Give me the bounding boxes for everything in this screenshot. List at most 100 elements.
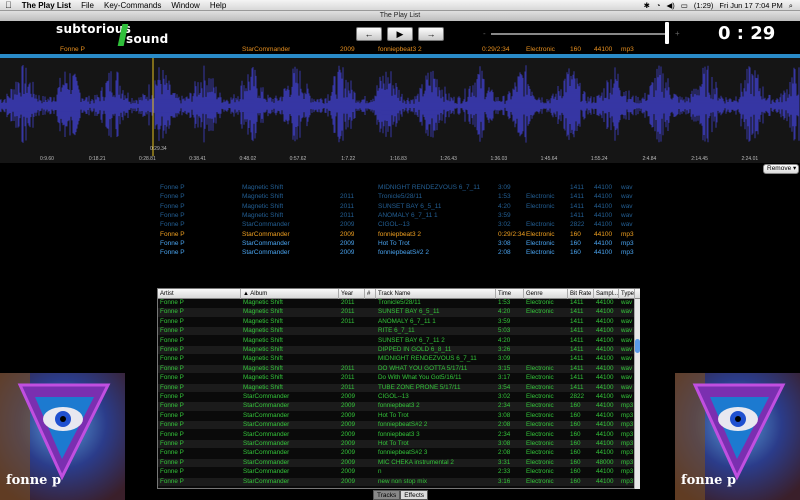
queue-row[interactable]: Fonne P Magnetic Shift 2011 Tronicle5/28/11… — [0, 192, 800, 201]
volume-icon[interactable]: ◀) — [663, 1, 677, 10]
column-header[interactable]: Genre — [524, 289, 568, 299]
table-scrollbar-thumb[interactable] — [635, 339, 640, 353]
table-row[interactable]: Fonne P Magnetic Shift DIPPED IN GOLD 6_8_… — [158, 346, 634, 355]
menu-bar:  The Play List File Key-Commands Window… — [0, 0, 800, 11]
table-cell: Electronic — [526, 299, 554, 306]
table-row[interactable]: Fonne P Magnetic Shift 2011 DO WHAT YOU GOT… — [158, 364, 634, 374]
table-row[interactable]: Fonne P StarCommander 2009 fonniepbeatS#2 2… — [158, 421, 634, 430]
table-cell: 1:53 — [498, 299, 511, 306]
queue-row[interactable]: Fonne P Magnetic Shift MIDNIGHT RENDEZVOUS… — [0, 183, 800, 192]
table-body[interactable]: Fonne P Magnetic Shift 2011 Tronicle5/28/11… — [158, 299, 634, 489]
app-menu[interactable]: The Play List — [17, 1, 76, 10]
table-row[interactable]: Fonne P Magnetic Shift SUNSET BAY 6_7_11 2… — [158, 337, 634, 345]
menu-file[interactable]: File — [76, 1, 99, 10]
battery-time[interactable]: (1:29) — [691, 1, 717, 10]
battery-icon[interactable]: ▭ — [678, 1, 691, 10]
table-row[interactable]: Fonne P StarCommander 2009 n 2:33 Electronic 1… — [158, 468, 634, 476]
queue-cell-track: SUNSET BAY 6_5_11 — [378, 202, 442, 210]
bluetooth-icon[interactable]: ✱ — [641, 1, 653, 10]
queue-row[interactable]: Fonne P StarCommander 2009 CIGOL--13 3:02 Ele… — [0, 220, 800, 229]
table-row[interactable]: Fonne P StarCommander 2009 CIGOL--13 3:02 Ele… — [158, 393, 634, 401]
column-header[interactable]: Time — [496, 289, 524, 299]
table-cell: Electronic — [526, 477, 554, 485]
table-cell: 3:31 — [498, 458, 511, 466]
volume-slider-knob[interactable] — [665, 22, 669, 44]
logo-text-bottom: sound — [126, 32, 169, 46]
table-row[interactable]: Fonne P Magnetic Shift 2011 SUNSET BAY 6_5_… — [158, 308, 634, 317]
waveform-graphic[interactable] — [0, 58, 800, 163]
table-cell: 44100 — [596, 299, 614, 306]
previous-track-button[interactable]: ← — [356, 27, 382, 41]
table-cell: StarCommander — [243, 458, 290, 466]
tab-effects[interactable]: Effects — [400, 490, 429, 500]
queue-row[interactable]: Fonne P StarCommander 2009 fonniepbeat3 2 0:… — [0, 230, 800, 239]
table-cell: Electronic — [526, 374, 554, 382]
next-track-button[interactable]: → — [418, 27, 444, 41]
queue-cell-time: 3:08 — [498, 239, 511, 247]
play-icon: ▶ — [396, 29, 404, 39]
table-cell: SUNSET BAY 6_5_11 — [378, 308, 440, 316]
queue-cell-genre: Electronic — [526, 230, 555, 238]
queue-cell-type: mp3 — [621, 249, 634, 257]
column-header[interactable]: Bit Rate — [568, 289, 594, 299]
table-cell: 2:34 — [498, 402, 511, 410]
table-scrollbar[interactable] — [634, 299, 640, 489]
player-header: subtorious sound ← ▶ → - + 0 : 29 — [0, 21, 800, 46]
table-row[interactable]: Fonne P StarCommander 2009 fonniepbeatS#2 3… — [158, 449, 634, 457]
column-header[interactable]: ▲ Album — [241, 289, 339, 299]
menu-window[interactable]: Window — [166, 1, 204, 10]
table-cell: mp3 — [621, 468, 634, 476]
column-header[interactable]: Sampl... — [594, 289, 619, 299]
queue-cell-track: fonniepbeat3 2 — [378, 230, 422, 238]
table-row[interactable]: Fonne P StarCommander 2009 fonniepbeat3 3 2:… — [158, 431, 634, 439]
table-cell: Electronic — [526, 440, 554, 447]
table-cell: wav — [621, 308, 633, 316]
queue-row[interactable]: Fonne P Magnetic Shift 2011 ANOMALY 6_7_11 … — [0, 211, 800, 220]
table-cell: Tronicle5/28/11 — [378, 299, 421, 306]
menu-help[interactable]: Help — [205, 1, 231, 10]
table-row[interactable]: Fonne P StarCommander 2009 fonniepbeat3 2 2:… — [158, 402, 634, 411]
now-playing-genre: Electronic — [526, 46, 555, 53]
column-header[interactable]: Artist — [158, 289, 241, 299]
table-cell: RITE 6_7_11 — [378, 327, 415, 335]
table-cell: MIDNIGHT RENDEZVOUS 6_7_11 — [378, 355, 477, 363]
column-header[interactable]: # — [365, 289, 376, 299]
table-cell: Fonne P — [160, 440, 184, 447]
menu-key-commands[interactable]: Key-Commands — [99, 1, 166, 10]
table-cell: Fonne P — [160, 458, 184, 466]
album-cover-right: fonne p — [675, 373, 800, 500]
table-row[interactable]: Fonne P Magnetic Shift MIDNIGHT RENDEZVOUS… — [158, 355, 634, 363]
table-cell: fonniepbeat3 2 — [378, 402, 420, 410]
table-cell: 1411 — [570, 364, 584, 372]
table-row[interactable]: Fonne P StarCommander 2009 MIC CHEKA instru… — [158, 458, 634, 468]
table-cell: Do With What You Got5/16/11 — [378, 374, 462, 382]
table-row[interactable]: Fonne P StarCommander 2009 Hot To Trot 3:08 E… — [158, 412, 634, 420]
table-cell: Fonne P — [160, 421, 184, 429]
table-row[interactable]: Fonne P StarCommander 2009 new non stop mix… — [158, 477, 634, 486]
apple-menu-icon[interactable]:  — [0, 0, 17, 10]
wifi-icon[interactable]: ◔ — [653, 1, 664, 10]
play-button[interactable]: ▶ — [387, 27, 413, 41]
column-header[interactable]: Type — [619, 289, 635, 299]
table-cell: 44100 — [596, 430, 614, 438]
spotlight-icon[interactable]: ⌕ — [786, 1, 796, 11]
menu-clock[interactable]: Fri Jun 17 7:04 PM — [716, 1, 785, 10]
queue-row[interactable]: Fonne P Magnetic Shift 2011 SUNSET BAY 6_5_… — [0, 202, 800, 211]
table-cell: Fonne P — [160, 449, 184, 457]
remove-button[interactable]: Remove ▾ — [763, 164, 799, 174]
queue-row[interactable]: Fonne P StarCommander 2009 Hot To Trot 3:08 E… — [0, 239, 800, 248]
table-row[interactable]: Fonne P Magnetic Shift RITE 6_7_11 5:03 1411… — [158, 327, 634, 336]
table-row[interactable]: Fonne P Magnetic Shift 2011 ANOMALY 6_7_11 … — [158, 318, 634, 326]
queue-row[interactable]: Fonne P StarCommander 2009 fonniepbeatS#2 2… — [0, 248, 800, 257]
table-cell: 160 — [570, 421, 581, 429]
volume-slider[interactable] — [491, 33, 667, 35]
waveform-view[interactable] — [0, 58, 800, 163]
table-row[interactable]: Fonne P Magnetic Shift 2011 TUBE ZONE PRONE… — [158, 383, 634, 392]
column-header[interactable]: Track Name — [376, 289, 496, 299]
column-header[interactable]: Year — [339, 289, 365, 299]
table-row[interactable]: Fonne P Magnetic Shift 2011 Tronicle5/28/11… — [158, 299, 634, 307]
table-row[interactable]: Fonne P Magnetic Shift 2011 Do With What Yo… — [158, 374, 634, 382]
tab-tracks[interactable]: Tracks — [373, 490, 401, 500]
queue-cell-bitrate: 1411 — [570, 193, 584, 201]
table-row[interactable]: Fonne P StarCommander 2009 Hot To Trot 3:08 E… — [158, 440, 634, 449]
